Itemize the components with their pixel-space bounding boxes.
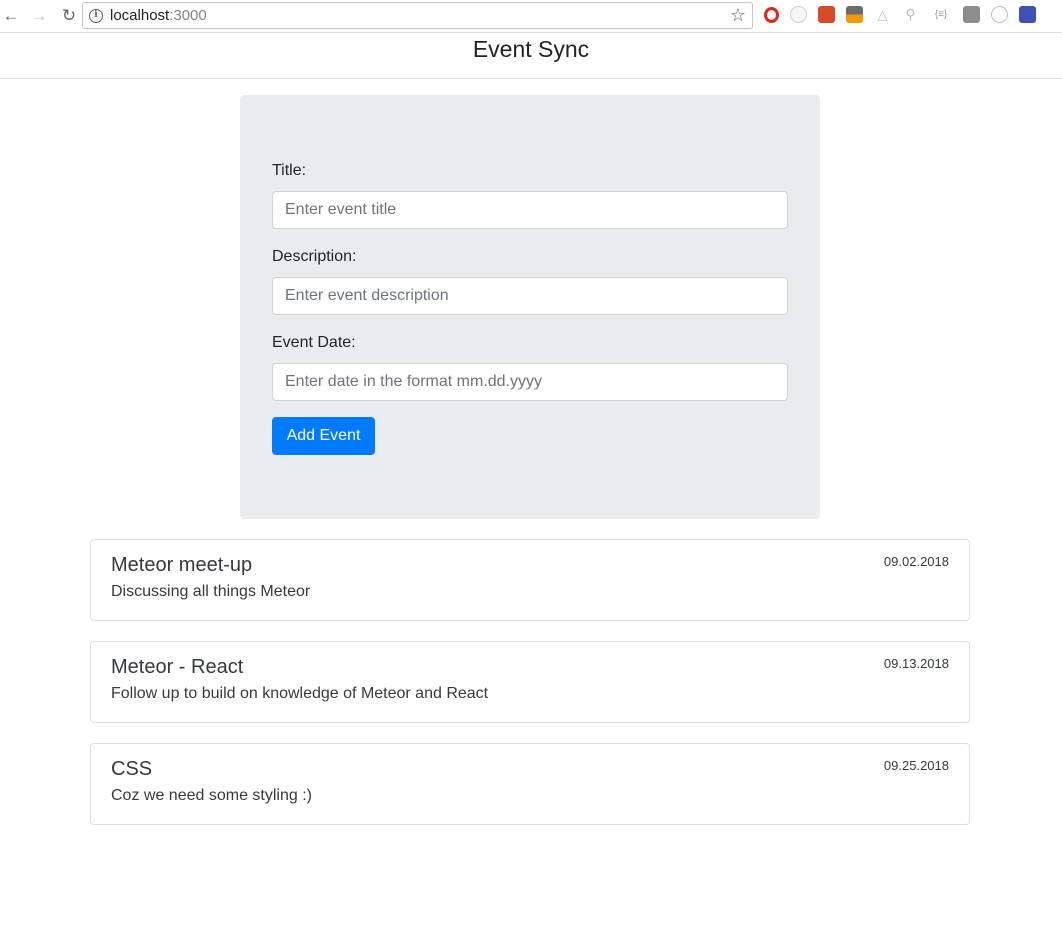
description-label: Description: [272, 248, 357, 265]
off-extension-icon[interactable] [846, 6, 863, 23]
description-input[interactable] [272, 277, 788, 315]
event-description: Follow up to build on knowledge of Meteo… [111, 685, 489, 702]
event-card: Meteor - React Follow up to build on kno… [90, 641, 970, 723]
clock-extension-icon[interactable] [991, 6, 1008, 23]
event-card: Meteor meet-up Discussing all things Met… [90, 539, 970, 621]
date-form-group: Event Date: [272, 333, 788, 401]
event-date: 09.25.2018 [883, 758, 949, 773]
event-description: Discussing all things Meteor [111, 583, 311, 600]
event-date: 09.02.2018 [883, 554, 949, 569]
event-title: CSS [111, 758, 153, 780]
braces-extension-icon[interactable]: {≡} [930, 6, 952, 23]
title-form-group: Title: [272, 161, 788, 229]
event-title: Meteor - React [111, 656, 244, 678]
grey-circle-extension-icon[interactable] [790, 6, 807, 23]
triangle-extension-icon[interactable]: △ [874, 6, 891, 23]
page-title: Event Sync [472, 36, 590, 62]
add-event-button[interactable]: Add Event [272, 417, 375, 455]
grey-square-extension-icon[interactable] [963, 6, 980, 23]
red-extension-icon[interactable] [818, 6, 835, 23]
opera-extension-icon[interactable] [764, 6, 779, 23]
url-port: :3000 [169, 7, 207, 24]
magnifier-extension-icon[interactable]: ⚲ [902, 6, 919, 23]
event-description: Coz we need some styling :) [111, 787, 312, 804]
forward-icon[interactable]: → [28, 5, 50, 27]
back-icon[interactable]: ← [0, 5, 22, 27]
event-title: Meteor meet-up [111, 554, 253, 576]
date-input[interactable] [272, 363, 788, 401]
extensions-area: △ ⚲ {≡} [764, 6, 1047, 23]
event-date: 09.13.2018 [883, 656, 949, 671]
event-card: CSS Coz we need some styling :) 09.25.20… [90, 743, 970, 825]
add-event-form: Title: Description: Event Date: Add Even… [240, 95, 820, 519]
z-extension-icon[interactable] [1019, 6, 1036, 23]
browser-toolbar: ← → ↻ i localhost:3000 ☆ △ ⚲ {≡} [0, 0, 1062, 33]
description-form-group: Description: [272, 247, 788, 315]
app-header: Event Sync [0, 33, 1062, 79]
info-icon[interactable]: i [89, 8, 103, 23]
url-host: localhost [110, 7, 170, 24]
star-icon[interactable]: ☆ [730, 5, 746, 26]
reload-icon[interactable]: ↻ [58, 5, 80, 27]
title-input[interactable] [272, 191, 788, 229]
event-list: Meteor meet-up Discussing all things Met… [90, 539, 970, 845]
title-label: Title: [272, 162, 307, 179]
date-label: Event Date: [272, 334, 356, 351]
address-bar[interactable]: i localhost:3000 ☆ [82, 2, 753, 29]
